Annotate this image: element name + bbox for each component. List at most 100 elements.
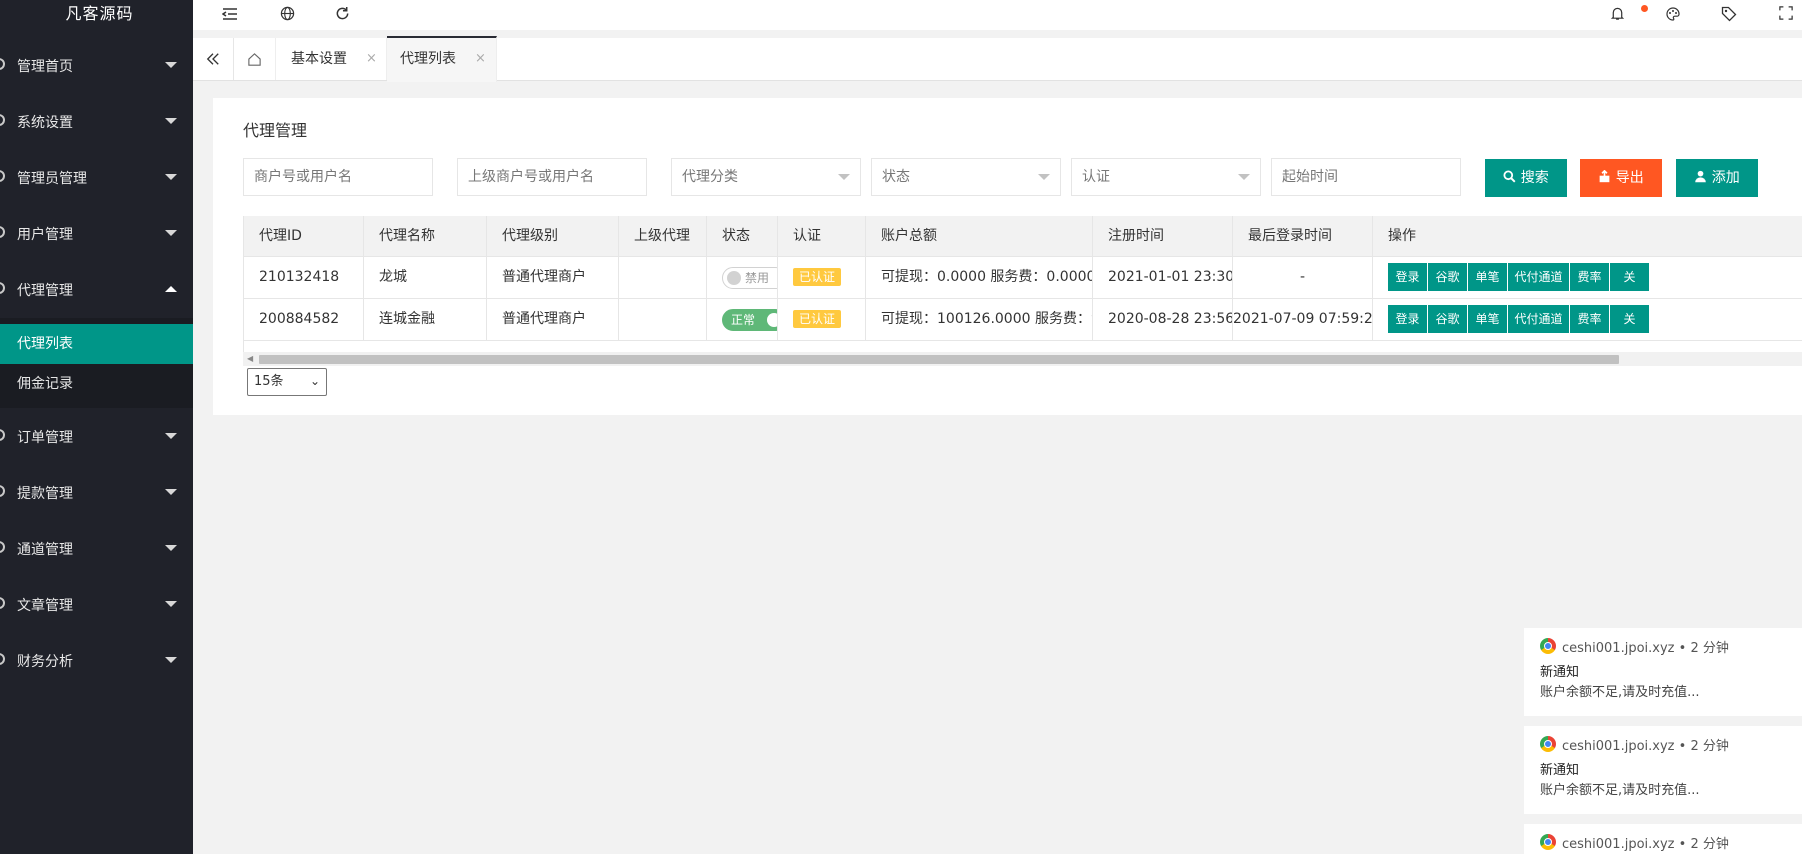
auth-badge: 已认证 — [793, 310, 842, 328]
close-icon[interactable]: × — [366, 38, 377, 80]
order-icon — [0, 429, 5, 441]
column-header: 代理ID — [244, 216, 364, 256]
chrome-icon — [1540, 638, 1556, 654]
theme-icon[interactable] — [1664, 6, 1682, 24]
chevron-up-icon — [165, 286, 177, 292]
login-button[interactable]: 登录 — [1388, 263, 1428, 291]
payout-channel-button[interactable]: 代付通道 — [1508, 305, 1570, 333]
chevron-down-icon — [165, 62, 177, 68]
column-header: 注册时间 — [1093, 216, 1233, 256]
category-select[interactable]: 代理分类 — [671, 158, 861, 196]
tabs-scroll-left-button[interactable] — [193, 38, 234, 80]
gear-icon — [0, 114, 5, 126]
search-button-label: 搜索 — [1520, 170, 1549, 186]
scroll-left-arrow-icon[interactable]: ◀ — [247, 354, 253, 363]
page-size-select[interactable]: 15条 ⌄ — [247, 368, 327, 396]
sidebar-item-label: 文章管理 — [17, 598, 73, 614]
rate-button[interactable]: 费率 — [1570, 305, 1610, 333]
status-toggle[interactable]: 禁用 — [722, 267, 777, 289]
refresh-icon[interactable] — [333, 6, 351, 24]
add-button[interactable]: 添加 — [1676, 159, 1758, 197]
more-button[interactable]: 关 — [1610, 263, 1650, 291]
search-button[interactable]: 搜索 — [1485, 159, 1567, 197]
sidebar-item-label: 财务分析 — [17, 654, 73, 670]
chevron-down-icon: ⌄ — [309, 374, 320, 388]
column-header: 认证 — [778, 216, 866, 256]
login-button[interactable]: 登录 — [1388, 305, 1428, 333]
google-button[interactable]: 谷歌 — [1428, 263, 1468, 291]
chevron-down-icon — [165, 657, 177, 663]
sidebar-item-channels[interactable]: 通道管理 — [0, 521, 193, 577]
tab-basic-settings[interactable]: 基本设置 × — [276, 38, 387, 80]
export-button-label: 导出 — [1615, 170, 1644, 186]
cell-balance: 可提现：0.0000 服务费：0.0000 — [866, 257, 1093, 298]
scrollbar-thumb[interactable] — [259, 355, 1619, 364]
more-button[interactable]: 关 — [1610, 305, 1650, 333]
sidebar-item-agents[interactable]: 代理管理 — [0, 262, 193, 318]
bell-icon[interactable] — [1608, 6, 1626, 24]
chevron-down-icon — [165, 230, 177, 236]
single-button[interactable]: 单笔 — [1468, 263, 1508, 291]
payout-channel-button[interactable]: 代付通道 — [1508, 263, 1570, 291]
admin-icon — [0, 170, 5, 182]
home-icon — [0, 58, 5, 70]
menu-fold-icon[interactable] — [221, 6, 239, 24]
chrome-icon — [1540, 736, 1556, 752]
chevron-down-icon — [165, 601, 177, 607]
auth-badge: 已认证 — [793, 268, 842, 286]
sidebar: 凡客源码 管理首页 系统设置 管理员管理 用户管理 代理管理 代理列表 佣金记录… — [0, 0, 193, 854]
cell-level: 普通代理商户 — [487, 299, 619, 340]
start-time-input[interactable]: 起始时间 — [1271, 158, 1461, 196]
sidebar-item-admins[interactable]: 管理员管理 — [0, 150, 193, 206]
agent-management-card: 代理管理 商户号或用户名 上级商户号或用户名 代理分类 状态 认证 起始时间 搜… — [213, 98, 1802, 415]
sidebar-item-users[interactable]: 用户管理 — [0, 206, 193, 262]
home-icon — [247, 51, 262, 67]
sidebar-item-withdraw[interactable]: 提款管理 — [0, 465, 193, 521]
sidebar-item-articles[interactable]: 文章管理 — [0, 577, 193, 633]
toggle-label: 禁用 — [745, 271, 770, 285]
notification-toast[interactable]: ceshi001.jpoi.xyz • 2 分钟 新通知 账户余额不足,请及时充… — [1524, 726, 1802, 814]
single-button[interactable]: 单笔 — [1468, 305, 1508, 333]
tab-agent-list[interactable]: 代理列表 × — [387, 36, 497, 82]
cell-id: 210132418 — [244, 257, 364, 298]
tab-home[interactable] — [234, 38, 276, 80]
sidebar-item-system[interactable]: 系统设置 — [0, 94, 193, 150]
sidebar-item-home[interactable]: 管理首页 — [0, 38, 193, 94]
cell-level: 普通代理商户 — [487, 257, 619, 298]
sidebar-item-orders[interactable]: 订单管理 — [0, 409, 193, 465]
status-toggle[interactable]: 正常 — [722, 309, 777, 331]
sidebar-subitem-label: 代理列表 — [17, 336, 73, 352]
table-horizontal-scrollbar[interactable]: ◀ — [243, 352, 1802, 366]
google-button[interactable]: 谷歌 — [1428, 305, 1468, 333]
cell-parent — [619, 257, 707, 298]
add-button-label: 添加 — [1711, 170, 1740, 186]
notification-toast[interactable]: ceshi001.jpoi.xyz • 2 分钟 新通知 账户余额不足,请及时充… — [1524, 628, 1802, 716]
agent-icon — [0, 282, 5, 294]
parent-merchant-input[interactable]: 上级商户号或用户名 — [457, 158, 647, 196]
rate-button[interactable]: 费率 — [1570, 263, 1610, 291]
sidebar-item-finance[interactable]: 财务分析 — [0, 633, 193, 689]
sidebar-subitem-commission[interactable]: 佣金记录 — [0, 364, 193, 404]
cell-actions: 登录 谷歌 单笔 代付通道 费率 关 — [1373, 299, 1802, 340]
globe-icon[interactable] — [278, 6, 296, 24]
notification-toast[interactable]: ceshi001.jpoi.xyz • 2 分钟 — [1524, 824, 1802, 854]
tabs-bar: 基本设置 × 代理列表 × — [193, 36, 1802, 82]
sidebar-subitem-agent-list[interactable]: 代理列表 — [0, 324, 193, 364]
notification-source: ceshi001.jpoi.xyz • 2 分钟 — [1562, 739, 1729, 754]
sidebar-item-label: 用户管理 — [17, 227, 73, 243]
article-icon — [0, 597, 5, 609]
merchant-input[interactable]: 商户号或用户名 — [243, 158, 433, 196]
auth-select[interactable]: 认证 — [1071, 158, 1261, 196]
cell-auth: 已认证 — [778, 299, 866, 340]
column-header: 最后登录时间 — [1233, 216, 1373, 256]
toggle-knob — [767, 313, 777, 327]
table-row: 210132418 龙城 普通代理商户 禁用 已认证 可提现：0.0000 服务… — [244, 257, 1802, 299]
fullscreen-icon[interactable] — [1777, 6, 1795, 24]
export-button[interactable]: 导出 — [1580, 159, 1662, 197]
close-icon[interactable]: × — [475, 38, 486, 80]
sidebar-item-label: 通道管理 — [17, 542, 73, 558]
tag-icon[interactable] — [1720, 6, 1738, 24]
status-select[interactable]: 状态 — [871, 158, 1061, 196]
channel-icon — [0, 541, 5, 553]
select-value: 代理分类 — [682, 169, 738, 185]
